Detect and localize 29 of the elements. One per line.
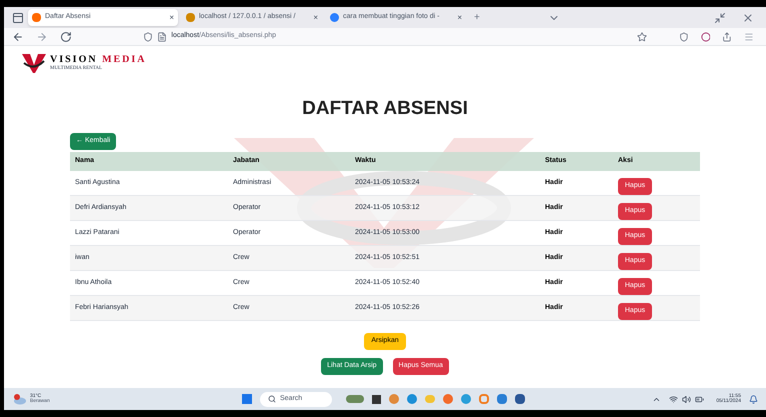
shield-icon <box>143 32 154 42</box>
notification-icon[interactable] <box>749 394 758 404</box>
favicon-icon <box>330 13 339 22</box>
favicon-icon <box>32 13 41 22</box>
tab-close-button[interactable]: × <box>313 12 318 24</box>
back-icon[interactable] <box>12 30 24 42</box>
logo-icon <box>22 53 46 73</box>
battery-icon[interactable] <box>695 394 704 404</box>
tab-close-button[interactable]: × <box>169 12 174 24</box>
pocket-icon[interactable] <box>678 32 688 42</box>
new-tab-button[interactable]: + <box>474 10 480 25</box>
bookmark-icon[interactable] <box>636 32 647 42</box>
reload-icon[interactable] <box>60 30 72 42</box>
start-icon[interactable] <box>242 394 252 404</box>
tab-list-icon[interactable] <box>12 12 24 24</box>
volume-icon[interactable] <box>682 394 692 404</box>
page-icon <box>157 32 168 42</box>
page-title: DAFTAR ABSENSI <box>301 99 469 118</box>
favicon-icon <box>186 13 195 22</box>
forward-icon[interactable] <box>36 30 48 42</box>
menu-icon[interactable] <box>744 32 754 42</box>
wifi-icon[interactable] <box>669 394 678 404</box>
close-icon[interactable] <box>742 12 754 24</box>
weather-icon <box>12 393 26 405</box>
restore-icon[interactable] <box>714 12 726 24</box>
share-icon[interactable] <box>722 32 732 42</box>
search-icon <box>268 395 276 403</box>
tab-close-button[interactable]: × <box>457 12 462 24</box>
logo-name: VISION MEDIA <box>50 55 147 65</box>
